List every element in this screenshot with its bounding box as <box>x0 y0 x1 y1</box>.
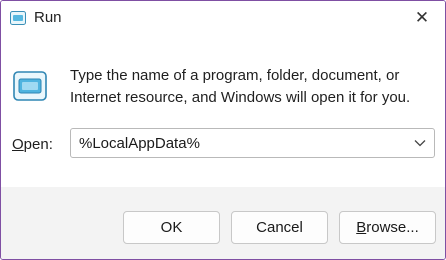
instruction-line-2: Internet resource, and Windows will open… <box>70 89 411 106</box>
browse-mnemonic: B <box>356 219 367 236</box>
window-title: Run <box>34 9 62 26</box>
instruction-text: Type the name of a program, folder, docu… <box>70 65 420 109</box>
instruction-line-1: Type the name of a program, folder, docu… <box>70 67 400 84</box>
open-input[interactable]: %LocalAppData% <box>79 135 200 152</box>
run-app-icon <box>13 71 47 101</box>
close-button[interactable]: ✕ <box>399 1 445 35</box>
open-label-rest: pen: <box>23 136 53 153</box>
chevron-down-icon[interactable] <box>414 139 426 147</box>
close-icon: ✕ <box>414 8 430 27</box>
cancel-button[interactable]: Cancel <box>231 211 328 244</box>
open-label-mnemonic: O <box>12 136 24 153</box>
run-icon <box>10 11 26 25</box>
browse-label-rest: rowse... <box>366 219 419 236</box>
open-label: Open: <box>12 136 53 153</box>
title-bar[interactable]: Run ✕ <box>1 1 445 35</box>
open-combobox[interactable]: %LocalAppData% <box>70 128 435 158</box>
browse-button[interactable]: Browse... <box>339 211 436 244</box>
ok-button[interactable]: OK <box>123 211 220 244</box>
run-dialog: Run ✕ Type the name of a program, folder… <box>0 0 446 260</box>
